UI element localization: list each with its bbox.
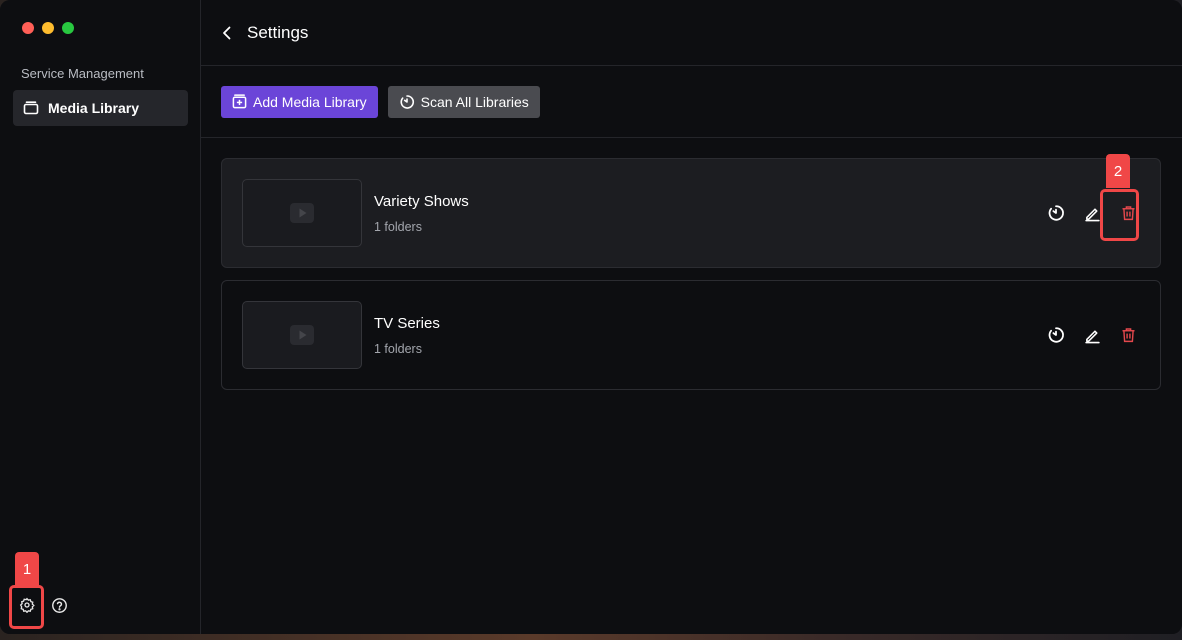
add-media-library-label: Add Media Library (253, 93, 367, 110)
library-folder-count: 1 folders (374, 341, 422, 356)
library-list: Variety Shows 1 folders TV Series 1 fold… (201, 138, 1182, 390)
page-title: Settings (247, 22, 309, 42)
sidebar: Service Management Media Library (0, 0, 201, 634)
zoom-window-button[interactable] (62, 22, 74, 34)
scan-all-libraries-label: Scan All Libraries (420, 93, 529, 110)
library-thumbnail (242, 179, 362, 247)
library-name: Variety Shows (374, 192, 469, 210)
library-info: Variety Shows 1 folders (374, 193, 469, 234)
annotation-badge-1: 1 (15, 552, 39, 586)
library-card[interactable]: Variety Shows 1 folders (221, 158, 1161, 268)
trash-icon (1121, 328, 1135, 343)
pencil-icon (1084, 207, 1100, 221)
delete-library-button[interactable] (1118, 325, 1138, 345)
help-button[interactable] (50, 596, 68, 614)
sidebar-section-title: Service Management (21, 66, 144, 81)
annotation-badge-2: 2 (1106, 154, 1130, 188)
minimize-window-button[interactable] (42, 22, 54, 34)
library-actions (1046, 281, 1138, 389)
sidebar-item-media-library[interactable]: Media Library (13, 90, 188, 126)
video-placeholder-icon (290, 325, 314, 345)
toolbar: Add Media Library Scan All Libraries (201, 66, 1182, 138)
library-icon (23, 101, 39, 115)
help-circle-icon (51, 597, 67, 613)
window-controls (22, 22, 74, 34)
scan-icon (400, 94, 414, 109)
edit-library-button[interactable] (1082, 203, 1102, 223)
scan-icon (1048, 327, 1064, 343)
page-header: Settings (201, 0, 1182, 66)
annotation-box-2 (1100, 189, 1139, 241)
add-media-library-button[interactable]: Add Media Library (221, 85, 378, 118)
scan-library-button[interactable] (1046, 203, 1066, 223)
main-panel: Settings Add Media Library Scan All Libr… (201, 0, 1182, 634)
video-placeholder-icon (290, 203, 314, 223)
edit-library-button[interactable] (1082, 325, 1102, 345)
library-name: TV Series (374, 314, 440, 332)
annotation-box-1 (9, 585, 44, 629)
library-folder-count: 1 folders (374, 219, 422, 234)
scan-library-button[interactable] (1046, 325, 1066, 345)
close-window-button[interactable] (22, 22, 34, 34)
app-window: Service Management Media Library Setting… (0, 0, 1182, 634)
add-library-icon (232, 94, 247, 109)
scan-all-libraries-button[interactable]: Scan All Libraries (387, 85, 540, 118)
library-thumbnail (242, 301, 362, 369)
library-info: TV Series 1 folders (374, 315, 440, 356)
sidebar-item-label: Media Library (48, 100, 140, 116)
pencil-icon (1084, 329, 1100, 343)
scan-icon (1048, 205, 1064, 221)
chevron-left-icon (223, 26, 231, 39)
back-button[interactable] (221, 24, 239, 42)
library-card[interactable]: TV Series 1 folders (221, 280, 1161, 390)
